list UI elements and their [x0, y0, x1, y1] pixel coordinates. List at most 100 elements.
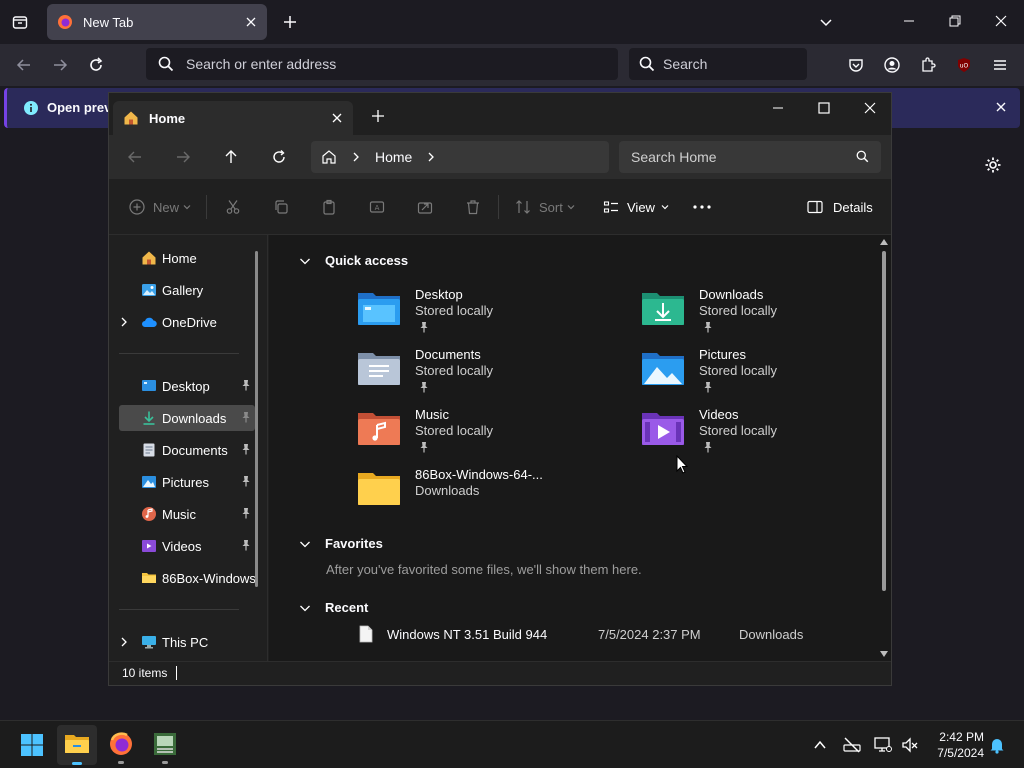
svg-text:uO: uO: [960, 63, 969, 70]
pin-icon[interactable]: [241, 379, 251, 391]
explorer-minimize-icon[interactable]: [771, 101, 785, 115]
paste-icon[interactable]: [321, 199, 337, 215]
explorer-tab-home[interactable]: Home: [113, 101, 353, 135]
86box-app-icon[interactable]: [152, 731, 178, 764]
reload-icon[interactable]: [88, 57, 104, 73]
explorer-maximize-icon[interactable]: [817, 101, 831, 115]
pin-icon[interactable]: [241, 507, 251, 519]
extensions-puzzle-icon[interactable]: [920, 57, 936, 73]
network-disconnected-icon[interactable]: [843, 736, 861, 754]
item-subtitle: Stored locally: [699, 423, 778, 438]
rename-icon[interactable]: A: [369, 199, 385, 215]
volume-muted-icon[interactable]: [901, 736, 919, 754]
new-button[interactable]: New: [129, 199, 191, 215]
pin-icon[interactable]: [241, 411, 251, 423]
display-icon[interactable]: [874, 736, 892, 754]
quick-access-item[interactable]: Music Stored locally: [357, 407, 617, 463]
chevron-down-icon: [299, 602, 325, 614]
sidebar-item-label: OneDrive: [162, 314, 217, 330]
browser-search-bar[interactable]: Search: [629, 48, 807, 80]
tab-list-icon[interactable]: [12, 14, 28, 30]
recent-file-row[interactable]: Windows NT 3.51 Build 944 7/5/2024 2:37 …: [357, 624, 877, 646]
pin-icon[interactable]: [241, 475, 251, 487]
browser-restore-icon[interactable]: [948, 14, 962, 28]
active-app-indicator: [72, 762, 82, 765]
pin-icon[interactable]: [241, 443, 251, 455]
new-tab-plus-icon[interactable]: [371, 109, 385, 123]
quick-access-item[interactable]: Desktop Stored locally: [357, 287, 617, 343]
quick-access-header[interactable]: Quick access: [299, 253, 408, 268]
browser-close-icon[interactable]: [994, 14, 1008, 28]
close-tab-icon[interactable]: [245, 16, 257, 28]
delete-icon[interactable]: [465, 199, 481, 215]
quick-access-item[interactable]: Downloads Stored locally: [641, 287, 901, 343]
show-hidden-icons-chevron-icon[interactable]: [813, 738, 827, 752]
view-button[interactable]: View: [603, 199, 669, 215]
refresh-icon[interactable]: [271, 149, 287, 165]
content-scrollbar[interactable]: [879, 237, 889, 659]
sidebar-item-gallery[interactable]: Gallery: [119, 277, 255, 303]
item-subtitle: Stored locally: [415, 303, 494, 318]
details-pane-icon: [807, 199, 823, 215]
sidebar-item-86box-windows[interactable]: 86Box-Windows: [119, 565, 255, 591]
details-pane-button[interactable]: Details: [807, 199, 873, 215]
favorites-header[interactable]: Favorites: [299, 536, 383, 551]
chevron-down-icon: [567, 203, 575, 211]
list-all-tabs-chevron-icon[interactable]: [818, 14, 834, 30]
copy-icon[interactable]: [273, 199, 289, 215]
cut-icon[interactable]: [225, 199, 241, 215]
up-arrow-icon[interactable]: [223, 149, 239, 165]
sidebar-item-home[interactable]: Home: [119, 245, 255, 271]
sidebar-item-desktop[interactable]: Desktop: [119, 373, 255, 399]
taskbar-file-explorer-button[interactable]: [57, 725, 97, 765]
browser-url-bar[interactable]: Search or enter address: [146, 48, 618, 80]
forward-arrow-icon[interactable]: [175, 149, 191, 165]
pin-icon[interactable]: [241, 539, 251, 551]
close-tab-icon[interactable]: [331, 112, 343, 124]
back-arrow-icon[interactable]: [127, 149, 143, 165]
back-arrow-icon[interactable]: [16, 57, 32, 73]
sidebar-item-this-pc[interactable]: This PC: [119, 629, 255, 655]
explorer-search-box[interactable]: Search Home: [619, 141, 881, 173]
sort-icon: [515, 199, 531, 215]
sidebar-item-pictures[interactable]: Pictures: [119, 469, 255, 495]
account-icon[interactable]: [884, 57, 900, 73]
quick-access-item[interactable]: Documents Stored locally: [357, 347, 617, 403]
more-options-icon[interactable]: [693, 205, 711, 209]
pocket-icon[interactable]: [848, 57, 864, 73]
chevron-down-icon: [299, 538, 325, 550]
chevron-right-icon[interactable]: [119, 637, 129, 647]
sidebar-item-onedrive[interactable]: OneDrive: [119, 309, 255, 335]
quick-access-item[interactable]: Pictures Stored locally: [641, 347, 901, 403]
gallery-icon: [141, 282, 157, 298]
notification-bell-icon[interactable]: [988, 736, 1006, 754]
desktop-icon: [141, 378, 157, 394]
sidebar-item-downloads[interactable]: Downloads: [119, 405, 255, 431]
new-tab-plus-icon[interactable]: [282, 14, 298, 30]
taskbar-clock[interactable]: 2:42 PM 7/5/2024: [928, 729, 984, 761]
sidebar-item-videos[interactable]: Videos: [119, 533, 255, 559]
close-notice-icon[interactable]: [995, 101, 1007, 113]
ublock-origin-icon[interactable]: uO: [956, 57, 972, 73]
sidebar-scrollbar[interactable]: [255, 251, 258, 587]
explorer-address-bar[interactable]: Home: [311, 141, 609, 173]
quick-access-item[interactable]: 86Box-Windows-64-... Downloads: [357, 467, 617, 523]
browser-minimize-icon[interactable]: [902, 14, 916, 28]
forward-arrow-icon[interactable]: [52, 57, 68, 73]
recent-header[interactable]: Recent: [299, 600, 368, 615]
hamburger-menu-icon[interactable]: [992, 57, 1008, 73]
breadcrumb[interactable]: Home: [375, 149, 412, 165]
sort-button[interactable]: Sort: [515, 199, 575, 215]
view-list-icon: [603, 199, 619, 215]
gear-icon[interactable]: [984, 156, 1002, 174]
chevron-right-icon[interactable]: [426, 152, 436, 162]
sidebar-item-music[interactable]: Music: [119, 501, 255, 527]
firefox-icon[interactable]: [108, 731, 134, 764]
sidebar-item-documents[interactable]: Documents: [119, 437, 255, 463]
start-windows-icon[interactable]: [20, 733, 44, 757]
browser-tab-new-tab[interactable]: New Tab: [47, 4, 267, 40]
chevron-right-icon[interactable]: [119, 317, 129, 327]
explorer-close-icon[interactable]: [863, 101, 877, 115]
share-icon[interactable]: [417, 199, 433, 215]
clock-date: 7/5/2024: [937, 746, 984, 760]
